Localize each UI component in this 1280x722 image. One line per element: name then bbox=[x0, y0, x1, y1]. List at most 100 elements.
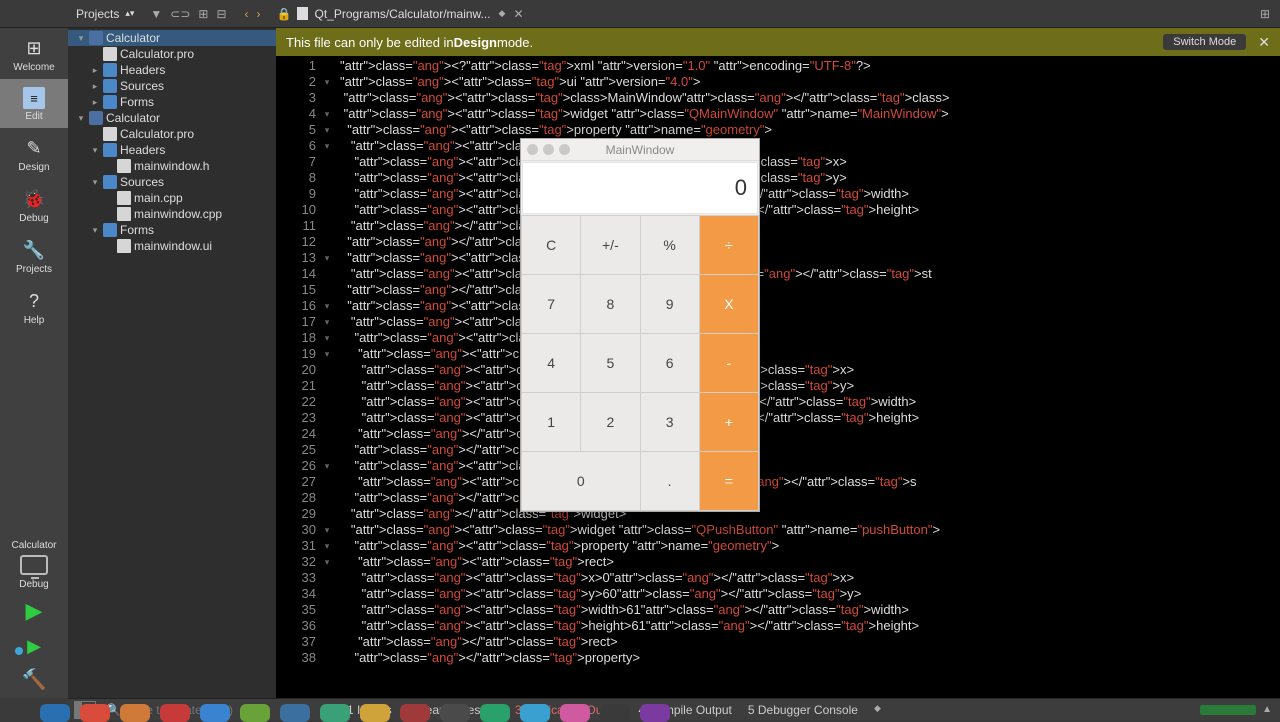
tree-folder-headers[interactable]: ▸Headers bbox=[68, 62, 276, 78]
calc-display: 0 bbox=[522, 162, 758, 214]
file-icon bbox=[297, 7, 308, 20]
breadcrumb[interactable]: Qt_Programs/Calculator/mainw... ◆ bbox=[297, 7, 505, 21]
folder-icon bbox=[103, 63, 117, 77]
mode-design[interactable]: ✎ Design bbox=[0, 128, 68, 179]
line-number-gutter: 1234567891011121314151617181920212223242… bbox=[276, 56, 320, 698]
topbar: Projects ▴▾ ▼ ⊂⊃ ⊞ ⊟ ‹ › 🔒 Qt_Programs/C… bbox=[0, 0, 1280, 28]
nav-history: ‹ › bbox=[235, 7, 271, 21]
calc-key-9[interactable]: 9 bbox=[640, 275, 699, 334]
mode-welcome[interactable]: ⊞ Welcome bbox=[0, 28, 68, 79]
breadcrumb-text: Qt_Programs/Calculator/mainw... bbox=[314, 7, 490, 21]
close-tab-icon[interactable]: ✕ bbox=[513, 7, 523, 21]
link-icon[interactable]: ⊂⊃ bbox=[170, 7, 190, 21]
tree-project-root[interactable]: ▾Calculator bbox=[68, 30, 276, 46]
tree-file[interactable]: mainwindow.cpp bbox=[68, 206, 276, 222]
folder-icon bbox=[103, 143, 117, 157]
folder-icon bbox=[103, 223, 117, 237]
calc-key-divide[interactable]: ÷ bbox=[699, 216, 758, 275]
banner-close-icon[interactable]: ✕ bbox=[1258, 34, 1270, 51]
build-button[interactable]: 🔨 bbox=[22, 661, 47, 698]
file-icon bbox=[117, 159, 131, 173]
tree-project-root[interactable]: ▾Calculator bbox=[68, 110, 276, 126]
collapse-icon[interactable]: ⊟ bbox=[216, 7, 226, 21]
code-lines: "attr">class="ang"><?"attr">class="tag">… bbox=[334, 56, 1280, 698]
project-icon bbox=[89, 111, 103, 125]
project-icon bbox=[89, 31, 103, 45]
tree-file[interactable]: mainwindow.ui bbox=[68, 238, 276, 254]
switch-mode-button[interactable]: Switch Mode bbox=[1163, 34, 1246, 50]
folder-icon bbox=[103, 79, 117, 93]
banner-text-prefix: This file can only be edited in bbox=[286, 35, 454, 50]
tree-folder-sources[interactable]: ▾Sources bbox=[68, 174, 276, 190]
folder-icon bbox=[103, 175, 117, 189]
tree-file[interactable]: Calculator.pro bbox=[68, 46, 276, 62]
split-add-icon[interactable]: ⊞ bbox=[198, 7, 208, 21]
calc-key-equals[interactable]: = bbox=[699, 452, 758, 511]
calc-key-plusminus[interactable]: +/- bbox=[581, 216, 640, 275]
mode-edit[interactable]: ≡ Edit bbox=[0, 79, 68, 128]
calculator-window[interactable]: MainWindow 0 C +/- % ÷ 7 8 9 X 4 5 6 - 1… bbox=[520, 138, 760, 512]
mode-debug[interactable]: 🐞 Debug bbox=[0, 179, 68, 230]
calc-key-percent[interactable]: % bbox=[640, 216, 699, 275]
file-icon bbox=[103, 47, 117, 61]
dropdown-arrows-icon: ◆ bbox=[499, 8, 506, 19]
traffic-lights[interactable] bbox=[527, 144, 570, 155]
file-icon bbox=[117, 207, 131, 221]
split-editor-icon[interactable]: ⊞ bbox=[1250, 7, 1280, 21]
calc-titlebar[interactable]: MainWindow bbox=[521, 139, 759, 161]
mode-label: Debug bbox=[19, 213, 48, 224]
file-icon bbox=[117, 191, 131, 205]
tree-folder-sources[interactable]: ▸Sources bbox=[68, 78, 276, 94]
calc-key-4[interactable]: 4 bbox=[522, 334, 581, 393]
calc-key-clear[interactable]: C bbox=[522, 216, 581, 275]
mode-sidebar: ⊞ Welcome ≡ Edit ✎ Design 🐞 Debug 🔧 Proj… bbox=[0, 28, 68, 698]
run-target-mode[interactable]: Debug bbox=[19, 579, 48, 590]
mode-label: Design bbox=[18, 162, 49, 173]
code-editor[interactable]: 1234567891011121314151617181920212223242… bbox=[276, 56, 1280, 698]
file-icon bbox=[117, 239, 131, 253]
tree-folder-forms[interactable]: ▸Forms bbox=[68, 94, 276, 110]
help-icon: ? bbox=[22, 289, 46, 313]
mode-label: Edit bbox=[25, 111, 42, 122]
mode-label: Help bbox=[24, 315, 45, 326]
project-tree: ▾Calculator Calculator.pro ▸Headers ▸Sou… bbox=[68, 28, 276, 698]
calc-key-subtract[interactable]: - bbox=[699, 334, 758, 393]
tree-file[interactable]: Calculator.pro bbox=[68, 126, 276, 142]
calc-key-1[interactable]: 1 bbox=[522, 393, 581, 452]
project-selector[interactable]: Projects ▴▾ bbox=[68, 7, 142, 21]
mode-help[interactable]: ? Help bbox=[0, 281, 68, 332]
file-icon bbox=[103, 127, 117, 141]
banner-text-suffix: mode. bbox=[497, 35, 533, 50]
calc-key-0[interactable]: 0 bbox=[522, 452, 641, 511]
calc-key-5[interactable]: 5 bbox=[581, 334, 640, 393]
calc-key-7[interactable]: 7 bbox=[522, 275, 581, 334]
run-target-project[interactable]: Calculator bbox=[11, 540, 56, 551]
tree-folder-forms[interactable]: ▾Forms bbox=[68, 222, 276, 238]
lock-icon: 🔒 bbox=[271, 7, 298, 21]
tree-file[interactable]: main.cpp bbox=[68, 190, 276, 206]
calc-keypad: C +/- % ÷ 7 8 9 X 4 5 6 - 1 2 3 + 0 . = bbox=[521, 215, 759, 511]
calc-title: MainWindow bbox=[606, 143, 675, 157]
run-button[interactable]: ▶ bbox=[26, 590, 43, 632]
nav-forward-icon[interactable]: › bbox=[257, 7, 261, 21]
toolbar-filter-icons: ▼ ⊂⊃ ⊞ ⊟ bbox=[142, 7, 234, 21]
dock-strip bbox=[0, 700, 1280, 722]
dropdown-arrows-icon: ▴▾ bbox=[125, 9, 134, 18]
tree-folder-headers[interactable]: ▾Headers bbox=[68, 142, 276, 158]
calc-key-8[interactable]: 8 bbox=[581, 275, 640, 334]
tree-file[interactable]: mainwindow.h bbox=[68, 158, 276, 174]
calc-key-2[interactable]: 2 bbox=[581, 393, 640, 452]
calc-key-dot[interactable]: . bbox=[640, 452, 699, 511]
debug-run-button[interactable]: ▶ bbox=[27, 632, 41, 661]
calc-key-add[interactable]: + bbox=[699, 393, 758, 452]
mode-projects[interactable]: 🔧 Projects bbox=[0, 230, 68, 281]
monitor-icon[interactable] bbox=[20, 555, 48, 575]
nav-back-icon[interactable]: ‹ bbox=[245, 7, 249, 21]
editor-region: This file can only be edited in Design m… bbox=[276, 28, 1280, 698]
calc-key-multiply[interactable]: X bbox=[699, 275, 758, 334]
edit-icon: ≡ bbox=[23, 87, 45, 109]
filter-icon[interactable]: ▼ bbox=[150, 7, 162, 21]
mode-label: Welcome bbox=[13, 62, 55, 73]
calc-key-3[interactable]: 3 bbox=[640, 393, 699, 452]
calc-key-6[interactable]: 6 bbox=[640, 334, 699, 393]
